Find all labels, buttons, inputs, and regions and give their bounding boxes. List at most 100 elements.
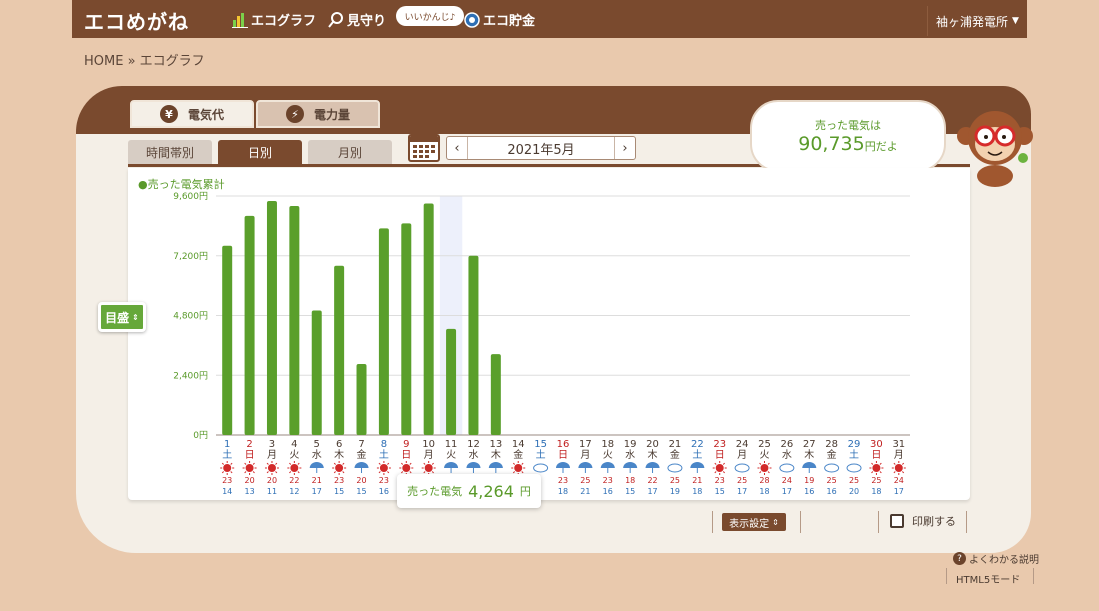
bar-day-5[interactable]: [311, 310, 322, 435]
next-month-button[interactable]: ›: [615, 137, 635, 159]
cloud-icon: [779, 463, 795, 473]
sun-ray: [722, 471, 726, 474]
x-tick-day: 18: [601, 439, 614, 450]
divider: [878, 511, 879, 533]
sold-electricity-caption: 売った電気は: [815, 119, 881, 132]
x-tick-weekday: 木: [334, 449, 344, 461]
cloud-icon: [734, 463, 750, 473]
x-tick-weekday: 土: [222, 448, 232, 461]
html5-mode-link[interactable]: HTML5モード: [956, 571, 1020, 586]
tab-power-amount-label: 電力量: [313, 107, 350, 122]
sun-icon: [872, 464, 881, 472]
cloud-icon: [824, 463, 840, 473]
umbrella-icon: [309, 462, 324, 468]
y-tick-label: 4,800円: [173, 311, 208, 322]
bar-day-1[interactable]: [222, 245, 233, 435]
umbrella-icon: [600, 462, 615, 468]
bar-day-2[interactable]: [244, 215, 255, 435]
low-temp: 16: [804, 487, 814, 496]
bar-day-11[interactable]: [446, 328, 457, 435]
sun-ray: [342, 462, 345, 465]
sun-icon: [267, 464, 276, 472]
bar-day-12[interactable]: [468, 255, 479, 435]
x-tick-weekday: 金: [827, 448, 837, 461]
nav-mimamori[interactable]: 見守り: [328, 10, 386, 29]
bar-day-8[interactable]: [378, 228, 389, 435]
tab-power-amount[interactable]: ⚡ 電力量: [256, 100, 380, 128]
sun-icon: [760, 464, 769, 472]
top-nav-inner: エコめがね エコグラフ 見守り いいかんじ♪ エコ貯金 袖ヶ浦発電所 ▼: [72, 0, 1027, 38]
date-navigator: ‹ 2021年5月 ›: [446, 136, 636, 160]
sun-ray: [297, 462, 300, 465]
sun-ray: [342, 471, 345, 474]
bar-day-4[interactable]: [289, 205, 300, 435]
subtab-hourly[interactable]: 時間帯別: [128, 140, 212, 164]
bar-day-9[interactable]: [401, 223, 412, 435]
tab-electricity-cost[interactable]: ¥ 電気代: [130, 100, 254, 128]
high-temp: 22: [289, 476, 299, 485]
high-temp: 23: [715, 476, 725, 485]
sun-ray: [333, 471, 336, 474]
x-tick-weekday: 日: [871, 450, 881, 461]
yen-icon: ¥: [159, 105, 178, 123]
umbrella-icon: [645, 462, 660, 468]
sun-ray: [714, 471, 717, 474]
sun-ray: [252, 462, 255, 465]
x-tick-weekday: 日: [715, 450, 725, 461]
help-link[interactable]: ? よくわかる説明: [953, 551, 1039, 566]
low-temp: 17: [737, 487, 747, 496]
x-tick-weekday: 水: [625, 449, 635, 461]
current-month-label: 2021年5月: [467, 137, 615, 159]
sun-ray: [400, 471, 404, 474]
bar-day-3[interactable]: [266, 200, 277, 435]
subtab-monthly[interactable]: 月別: [308, 140, 392, 164]
high-temp: 23: [558, 476, 568, 485]
sold-electricity-total: 90,735円だよ: [798, 133, 897, 155]
x-tick-weekday: 土: [536, 448, 546, 461]
sun-icon: [514, 464, 523, 472]
updown-icon: ⇕: [132, 312, 139, 322]
sun-icon: [894, 464, 903, 472]
bar-day-6[interactable]: [334, 265, 345, 435]
sun-ray: [722, 462, 726, 465]
sold-electricity-bubble: 売った電気は 90,735円だよ: [750, 100, 946, 172]
x-tick-day: 8: [381, 439, 387, 450]
sun-ray: [297, 471, 300, 474]
nav-eco-savings-label: エコ貯金: [483, 14, 536, 29]
scale-button[interactable]: 目盛 ⇕: [98, 302, 146, 332]
low-temp: 16: [603, 487, 613, 496]
prev-month-button[interactable]: ‹: [447, 137, 467, 159]
subtab-daily[interactable]: 日別: [218, 140, 302, 164]
x-tick-weekday: 土: [849, 448, 859, 461]
bar-day-7[interactable]: [356, 364, 367, 435]
site-logo[interactable]: エコめがね: [84, 6, 189, 35]
y-tick-label: 2,400円: [173, 370, 208, 381]
nav-eco-graph[interactable]: エコグラフ: [232, 10, 316, 29]
print-button[interactable]: 印刷する: [890, 513, 956, 529]
display-settings-button[interactable]: 表示設定 ⇕: [722, 513, 786, 531]
x-tick-day: 11: [445, 439, 458, 450]
site-selector[interactable]: 袖ヶ浦発電所 ▼: [927, 6, 1027, 36]
x-tick-weekday: 火: [289, 449, 299, 461]
nav-mimamori-label: 見守り: [347, 14, 387, 29]
bar-day-10[interactable]: [423, 203, 434, 435]
sun-ray: [244, 471, 247, 474]
sun-ray: [289, 462, 292, 465]
breadcrumb: HOME » エコグラフ: [84, 54, 205, 69]
high-temp: 23: [603, 476, 613, 485]
high-temp: 25: [827, 476, 837, 485]
high-temp: 25: [871, 476, 881, 485]
high-temp: 19: [804, 476, 814, 485]
sun-ray: [879, 471, 882, 474]
umbrella-icon: [623, 462, 638, 468]
nav-eco-savings[interactable]: エコ貯金: [464, 10, 535, 29]
bar-day-13[interactable]: [490, 354, 501, 435]
low-temp: 19: [670, 487, 680, 496]
sun-icon: [402, 464, 411, 472]
high-temp: 20: [267, 476, 277, 485]
umbrella-icon: [578, 462, 593, 468]
x-tick-weekday: 日: [245, 450, 255, 461]
calendar-icon[interactable]: [408, 134, 440, 162]
x-tick-day: 20: [646, 439, 659, 450]
low-temp: 18: [871, 487, 881, 496]
